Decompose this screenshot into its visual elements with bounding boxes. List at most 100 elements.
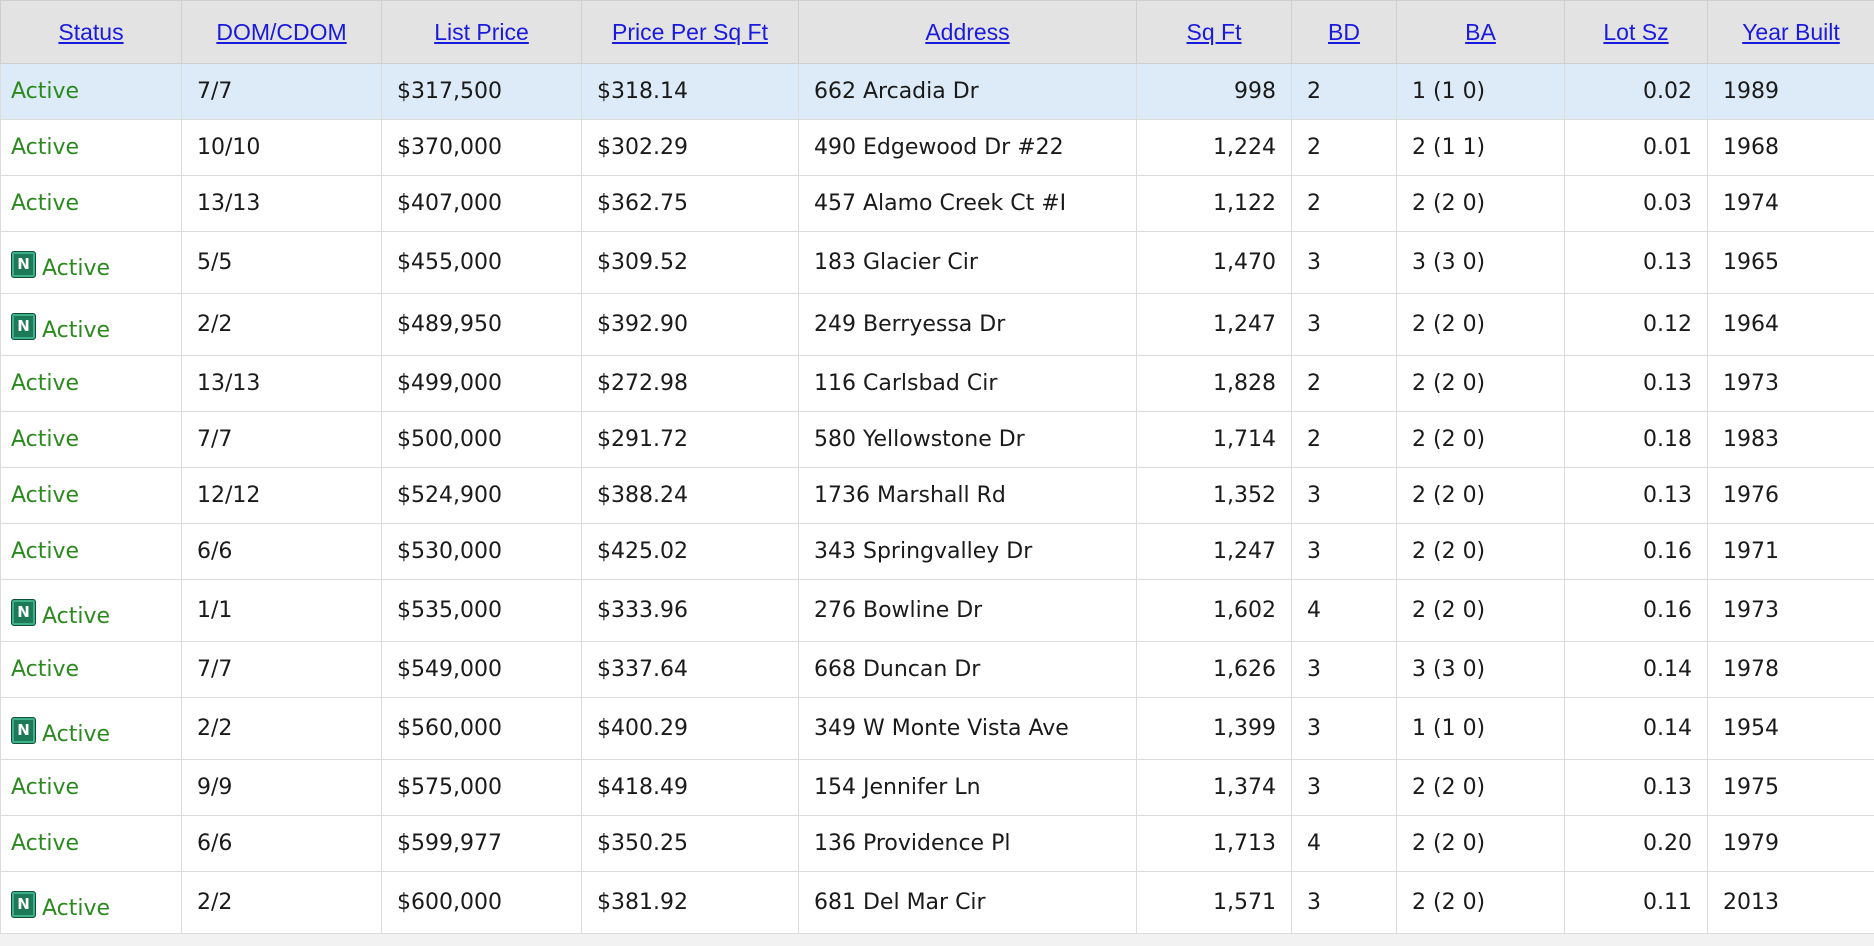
dom-cell: 6/6 [182,816,382,872]
price-per-sqft-cell: $350.25 [582,816,799,872]
col-header-sqft: Sq Ft [1137,1,1292,64]
dom-cell: 7/7 [182,642,382,698]
year-built-cell: 1974 [1708,176,1874,232]
col-header-year-built: Year Built [1708,1,1874,64]
address-cell: 349 W Monte Vista Ave [799,698,1137,760]
sqft-cell: 1,374 [1137,760,1292,816]
list-price-cell: $560,000 [382,698,582,760]
status-cell: Active [1,356,182,412]
price-per-sqft-cell: $381.92 [582,872,799,934]
dom-cell: 6/6 [182,524,382,580]
price-per-sqft-cell: $425.02 [582,524,799,580]
lot-size-cell: 0.16 [1565,580,1708,642]
status-label: Active [42,722,110,747]
table-row[interactable]: NActive2/2$560,000$400.29349 W Monte Vis… [1,698,1874,760]
price-per-sqft-cell: $392.90 [582,294,799,356]
table-row[interactable]: NActive2/2$600,000$381.92681 Del Mar Cir… [1,872,1874,934]
bedrooms-cell: 3 [1292,872,1397,934]
list-price-cell: $455,000 [382,232,582,294]
lot-size-cell: 0.14 [1565,698,1708,760]
sort-link-list-price[interactable]: List Price [434,19,529,45]
bathrooms-cell: 2 (2 0) [1397,412,1565,468]
table-row[interactable]: Active13/13$499,000$272.98116 Carlsbad C… [1,356,1874,412]
table-row[interactable]: Active13/13$407,000$362.75457 Alamo Cree… [1,176,1874,232]
table-row[interactable]: Active7/7$317,500$318.14662 Arcadia Dr99… [1,64,1874,120]
bedrooms-cell: 4 [1292,580,1397,642]
address-cell: 136 Providence Pl [799,816,1137,872]
bedrooms-cell: 2 [1292,356,1397,412]
list-price-cell: $489,950 [382,294,582,356]
sqft-cell: 1,626 [1137,642,1292,698]
col-header-list-price: List Price [382,1,582,64]
address-cell: 681 Del Mar Cir [799,872,1137,934]
sort-link-ba[interactable]: BA [1465,19,1496,45]
lot-size-cell: 0.01 [1565,120,1708,176]
year-built-cell: 1989 [1708,64,1874,120]
table-row[interactable]: NActive5/5$455,000$309.52183 Glacier Cir… [1,232,1874,294]
col-header-bd: BD [1292,1,1397,64]
status-cell: NActive [1,294,182,356]
price-per-sqft-cell: $362.75 [582,176,799,232]
price-per-sqft-cell: $400.29 [582,698,799,760]
table-row[interactable]: Active12/12$524,900$388.241736 Marshall … [1,468,1874,524]
col-header-status: Status [1,1,182,64]
col-header-dom: DOM/CDOM [182,1,382,64]
col-header-ba: BA [1397,1,1565,64]
table-row[interactable]: Active10/10$370,000$302.29490 Edgewood D… [1,120,1874,176]
bedrooms-cell: 3 [1292,468,1397,524]
sort-link-sqft[interactable]: Sq Ft [1187,19,1242,45]
year-built-cell: 1976 [1708,468,1874,524]
price-per-sqft-cell: $337.64 [582,642,799,698]
sqft-cell: 1,247 [1137,294,1292,356]
table-row[interactable]: Active9/9$575,000$418.49154 Jennifer Ln1… [1,760,1874,816]
lot-size-cell: 0.18 [1565,412,1708,468]
dom-cell: 2/2 [182,294,382,356]
list-price-cell: $575,000 [382,760,582,816]
price-per-sqft-cell: $388.24 [582,468,799,524]
price-per-sqft-cell: $418.49 [582,760,799,816]
list-price-cell: $500,000 [382,412,582,468]
sort-link-year-built[interactable]: Year Built [1742,19,1840,45]
dom-cell: 5/5 [182,232,382,294]
status-label: Active [11,657,79,682]
status-label: Active [42,896,110,921]
table-row[interactable]: Active 7/7$549,000$337.64668 Duncan Dr1,6… [1,642,1874,698]
sort-link-lot-size[interactable]: Lot Sz [1603,19,1668,45]
list-price-cell: $530,000 [382,524,582,580]
bathrooms-cell: 2 (1 1) [1397,120,1565,176]
status-label: Active [42,318,110,343]
sort-link-dom[interactable]: DOM/CDOM [216,19,346,45]
sort-link-bd[interactable]: BD [1328,19,1360,45]
sqft-cell: 1,122 [1137,176,1292,232]
status-cell: NActive [1,580,182,642]
table-row[interactable]: NActive1/1$535,000$333.96276 Bowline Dr1… [1,580,1874,642]
table-row[interactable]: NActive2/2$489,950$392.90249 Berryessa D… [1,294,1874,356]
status-label: Active [11,775,79,800]
list-price-cell: $499,000 [382,356,582,412]
status-label: Active [11,191,79,216]
sort-link-status[interactable]: Status [58,19,123,45]
address-cell: 668 Duncan Dr [799,642,1137,698]
list-price-cell: $549,000 [382,642,582,698]
dom-cell: 13/13 [182,356,382,412]
bedrooms-cell: 3 [1292,698,1397,760]
list-price-cell: $317,500 [382,64,582,120]
status-cell: Active [1,816,182,872]
sqft-cell: 1,247 [1137,524,1292,580]
sqft-cell: 1,714 [1137,412,1292,468]
table-row[interactable]: Active7/7$500,000$291.72580 Yellowstone … [1,412,1874,468]
sort-link-address[interactable]: Address [925,19,1009,45]
dom-cell: 1/1 [182,580,382,642]
sqft-cell: 1,352 [1137,468,1292,524]
status-cell: NActive [1,232,182,294]
status-label: Active [11,539,79,564]
price-per-sqft-cell: $302.29 [582,120,799,176]
bedrooms-cell: 2 [1292,120,1397,176]
table-row[interactable]: Active6/6$530,000$425.02343 Springvalley… [1,524,1874,580]
lot-size-cell: 0.11 [1565,872,1708,934]
sort-link-price-per-sqft[interactable]: Price Per Sq Ft [612,19,768,45]
table-row[interactable]: Active6/6$599,977$350.25136 Providence P… [1,816,1874,872]
list-price-cell: $524,900 [382,468,582,524]
lot-size-cell: 0.12 [1565,294,1708,356]
status-cell: Active [1,642,182,698]
